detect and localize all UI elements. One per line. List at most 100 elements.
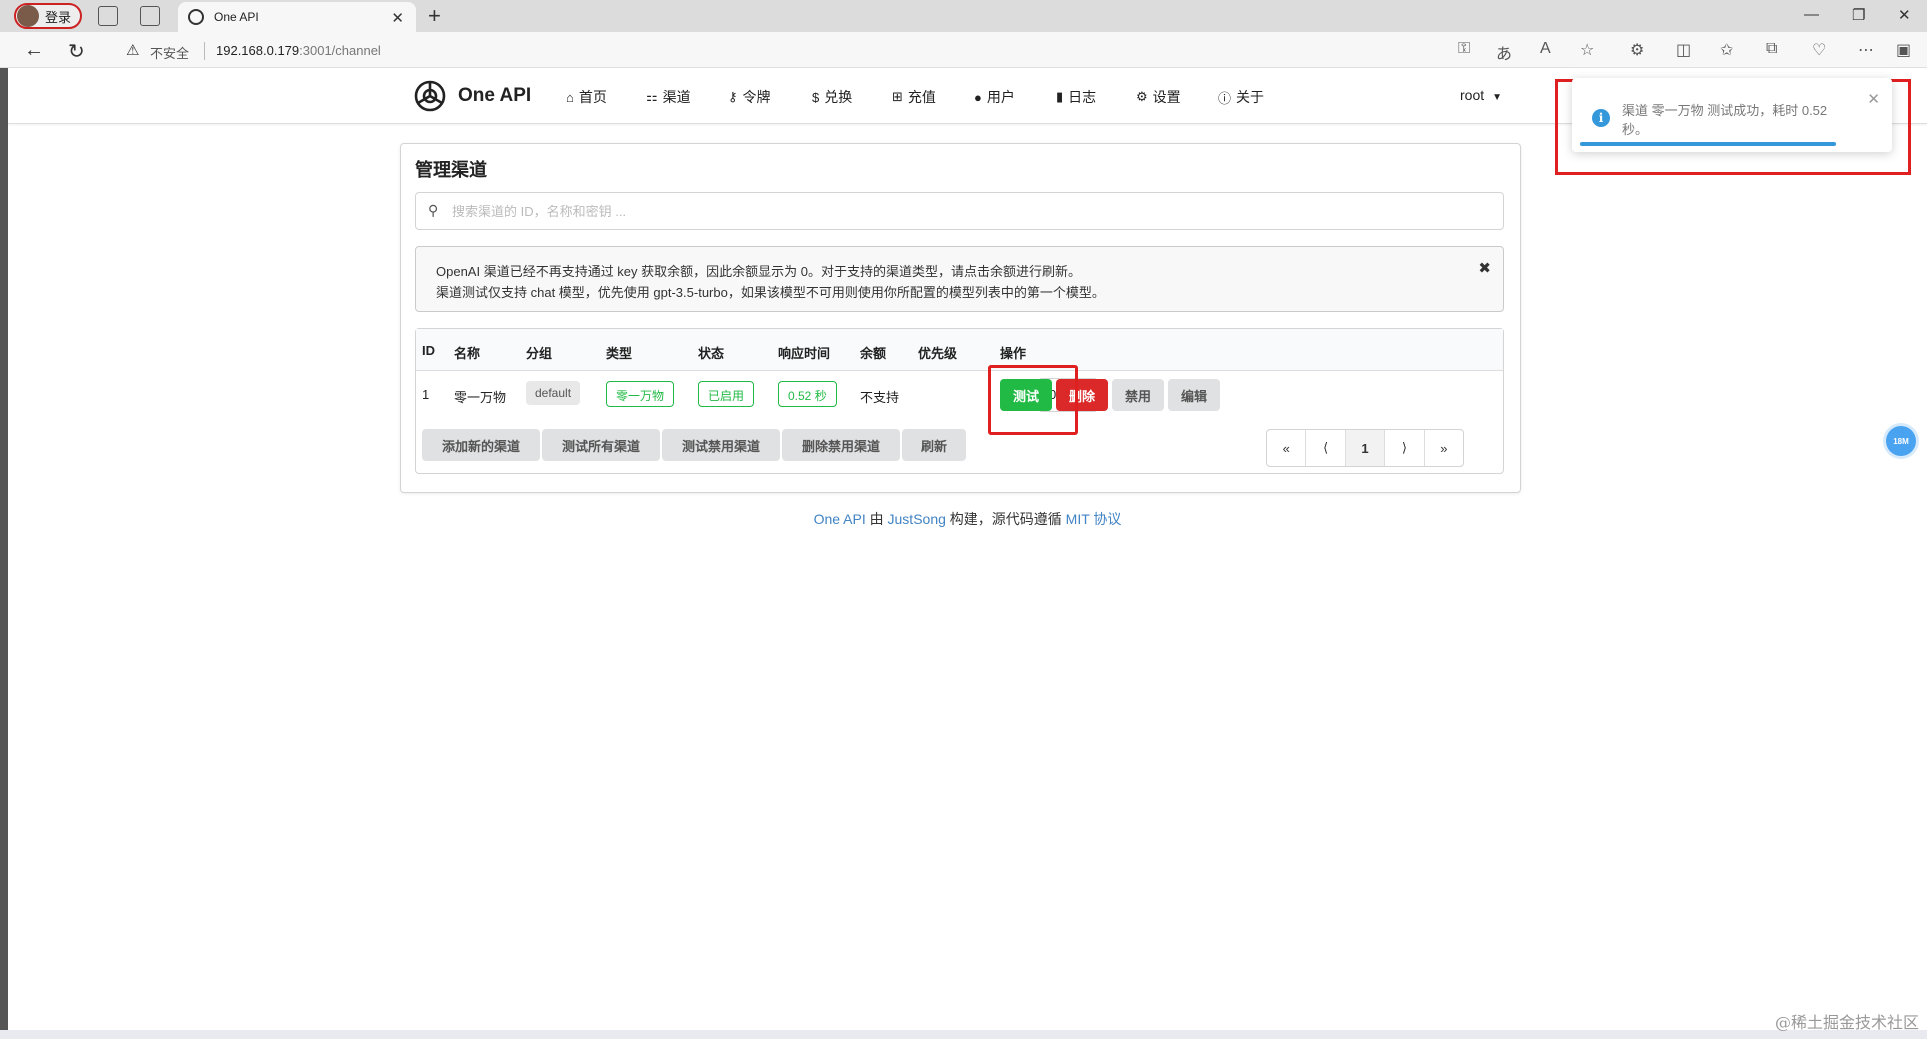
warning-icon[interactable]: ⚠ (126, 41, 139, 59)
split-screen-icon[interactable]: ◫ (1676, 40, 1691, 60)
info-notice: OpenAI 渠道已经不再支持通过 key 获取余额，因此余额显示为 0。对于支… (415, 246, 1504, 312)
browser-tabstrip: 登录 One API ✕ + — ❐ ✕ (0, 0, 1927, 32)
th-id[interactable]: ID (422, 343, 435, 358)
info-icon: i (1592, 109, 1610, 127)
notice-line-1: OpenAI 渠道已经不再支持通过 key 获取余额，因此余额显示为 0。对于支… (436, 264, 1081, 279)
address-bar-row: ← ↻ ⚠ 不安全 192.168.0.179:3001/channel ⚿ あ… (0, 32, 1927, 68)
test-disabled-button[interactable]: 测试禁用渠道 (662, 429, 780, 461)
response-time-badge[interactable]: 0.52 秒 (778, 381, 837, 407)
search-input[interactable] (452, 201, 1492, 221)
nav-label: 关于 (1236, 89, 1265, 105)
th-type[interactable]: 类型 (606, 343, 632, 362)
minimize-icon[interactable]: — (1804, 6, 1819, 23)
page-next-button[interactable]: ⟩ (1385, 430, 1425, 466)
table-header: ID 名称 分组 类型 状态 响应时间 余额 优先级 操作 (416, 329, 1503, 371)
cell-balance[interactable]: 不支持 (860, 387, 899, 406)
nav-users[interactable]: ● 用户 (974, 87, 1015, 107)
nav-topup[interactable]: ⊞ 充值 (892, 87, 936, 107)
book-icon: ▮ (1056, 89, 1064, 104)
brand-name[interactable]: One API (458, 85, 531, 107)
divider (204, 42, 205, 60)
th-balance[interactable]: 余额 (860, 343, 886, 362)
url-path: :3001/channel (299, 43, 381, 58)
profile-label: 登录 (45, 9, 72, 25)
edit-button[interactable]: 编辑 (1168, 379, 1220, 411)
profile-button[interactable]: 登录 (14, 3, 82, 29)
disable-button[interactable]: 禁用 (1112, 379, 1164, 411)
new-tab-button[interactable]: + (428, 3, 441, 29)
openai-logo-icon[interactable] (412, 78, 448, 114)
test-all-button[interactable]: 测试所有渠道 (542, 429, 660, 461)
nav-channels[interactable]: ⚏ 渠道 (646, 87, 691, 107)
more-icon[interactable]: ⋯ (1858, 40, 1874, 60)
nav-home[interactable]: ⌂ 首页 (566, 87, 607, 107)
highlight-box (988, 365, 1078, 435)
tab-one-api[interactable]: One API ✕ (178, 2, 416, 32)
th-group[interactable]: 分组 (526, 343, 552, 362)
tab-title: One API (214, 10, 259, 24)
nav-label: 渠道 (662, 89, 691, 105)
window-close-icon[interactable]: ✕ (1898, 6, 1911, 24)
floating-badge[interactable]: 18M (1886, 426, 1916, 456)
favorites-icon[interactable]: ✩ (1720, 40, 1733, 60)
back-icon[interactable]: ← (24, 39, 44, 62)
read-aloud-icon[interactable]: A (1540, 40, 1551, 58)
refresh-button[interactable]: 刷新 (902, 429, 966, 461)
group-label: default (526, 381, 581, 405)
restore-icon[interactable]: ❐ (1852, 6, 1865, 24)
cell-id: 1 (422, 387, 430, 402)
nav-tokens[interactable]: ⚷ 令牌 (728, 87, 771, 107)
collections-icon[interactable]: ⧉ (1766, 40, 1777, 58)
translate-icon[interactable]: あ (1496, 40, 1512, 64)
tab-close-icon[interactable]: ✕ (391, 9, 404, 27)
page: One API ⌂ 首页 ⚏ 渠道 ⚷ 令牌 $ 兑换 ⊞ 充值 ● 用户 ▮ … (8, 68, 1927, 1028)
footer-built: 构建，源代码遵循 (949, 511, 1062, 527)
favorite-star-icon[interactable]: ☆ (1580, 40, 1594, 60)
th-name[interactable]: 名称 (454, 343, 480, 362)
sidebar-icon[interactable]: ▣ (1896, 40, 1911, 60)
footer-author-link[interactable]: JustSong (888, 511, 946, 527)
th-actions: 操作 (1000, 346, 1027, 361)
nav-settings[interactable]: ⚙ 设置 (1136, 87, 1181, 107)
nav-about[interactable]: ⓘ 关于 (1218, 87, 1264, 107)
toast-progress-bar (1580, 142, 1836, 146)
toast-close-icon[interactable]: ✕ (1867, 90, 1880, 108)
refresh-icon[interactable]: ↻ (68, 39, 85, 64)
insecure-label[interactable]: 不安全 (150, 43, 189, 62)
status-badge: 已启用 (698, 381, 755, 407)
workspaces-icon[interactable] (98, 6, 118, 26)
toast-notification: i 渠道 零一万物 测试成功，耗时 0.52 秒。 ✕ (1572, 78, 1892, 152)
user-icon: ● (974, 89, 982, 105)
nav-logs[interactable]: ▮ 日志 (1056, 87, 1096, 107)
notice-close-icon[interactable]: ✖ (1478, 259, 1491, 277)
th-response-time[interactable]: 响应时间 (778, 343, 830, 362)
page-prev-button[interactable]: ⟨ (1306, 430, 1346, 466)
search-box[interactable]: ⚲ (415, 192, 1504, 230)
nav-label: 用户 (986, 89, 1015, 105)
user-dropdown[interactable]: root ▼ (1460, 87, 1502, 103)
footer-license-link[interactable]: MIT 协议 (1066, 511, 1122, 527)
page-last-button[interactable]: » (1425, 430, 1463, 466)
th-priority[interactable]: 优先级 (918, 343, 957, 362)
th-status[interactable]: 状态 (698, 343, 724, 362)
openai-favicon-icon (188, 9, 204, 25)
cog-icon: ⚙ (1136, 89, 1148, 104)
page-footer: One API 由 JustSong 构建，源代码遵循 MIT 协议 (8, 509, 1927, 529)
footer-brand-link[interactable]: One API (814, 511, 866, 527)
nav-label: 兑换 (824, 89, 853, 105)
password-key-icon[interactable]: ⚿ (1458, 40, 1470, 58)
extensions-icon[interactable]: ⚙ (1630, 40, 1644, 60)
browser-essentials-icon[interactable]: ♡ (1812, 40, 1826, 60)
url-field[interactable]: 192.168.0.179:3001/channel (216, 43, 381, 58)
delete-disabled-button[interactable]: 删除禁用渠道 (782, 429, 900, 461)
nav-label: 充值 (907, 89, 936, 105)
window-edge (0, 68, 8, 1030)
page-current-button[interactable]: 1 (1345, 430, 1386, 466)
add-channel-button[interactable]: 添加新的渠道 (422, 429, 540, 461)
tab-actions-icon[interactable] (140, 6, 160, 26)
caret-down-icon: ▼ (1492, 92, 1503, 103)
pagination: « ⟨ 1 ⟩ » (1266, 429, 1464, 467)
page-first-button[interactable]: « (1267, 430, 1307, 466)
sitemap-icon: ⚏ (646, 89, 658, 104)
nav-redeem[interactable]: $ 兑换 (812, 87, 852, 107)
